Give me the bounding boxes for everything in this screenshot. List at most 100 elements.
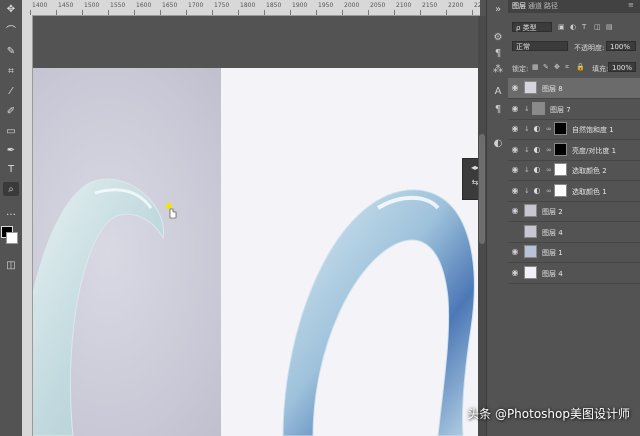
visibility-eye-icon[interactable]: ◉: [511, 268, 519, 278]
link-chain-icon[interactable]: ∞: [546, 165, 552, 175]
eyedropper-icon[interactable]: ⁄: [3, 84, 19, 99]
collapse-arrows-icon[interactable]: »: [492, 4, 504, 16]
pen-icon[interactable]: ✒: [3, 143, 19, 158]
zoom-icon[interactable]: ⌕: [3, 182, 19, 196]
quick-select-icon[interactable]: ✎: [3, 44, 19, 59]
layer-row[interactable]: 图层 4: [508, 222, 640, 243]
filter-kind-select[interactable]: ρ 类型: [512, 22, 552, 32]
lock-paint-icon[interactable]: ✎: [543, 63, 549, 71]
ruler-tick-label: 1400: [32, 2, 48, 9]
ruler-tick-mark: [290, 10, 291, 15]
layers-list: ◉ 图层 8 ◉ ↓ 图层 7 ◉ ↓ ◐ ∞ 自然饱和度 1 ◉ ↓ ◐ ∞ 亮度/对比度 1 ◉ ↓ ◐ ∞ 选取…: [508, 78, 640, 288]
character-icon[interactable]: A: [492, 86, 504, 98]
layer-mask-thumbnail[interactable]: [554, 163, 567, 176]
filter-adjust-icon[interactable]: ◐: [570, 23, 576, 31]
ruler-tick-label: 2050: [370, 2, 386, 9]
filter-pixel-icon[interactable]: ▣: [558, 23, 565, 31]
link-chain-icon[interactable]: ∞: [546, 186, 552, 196]
panel-menu-icon[interactable]: ≡: [628, 1, 634, 9]
layer-row[interactable]: ◉ ↓ ◐ ∞ 选取颜色 1: [508, 181, 640, 202]
adjustment-layer-icon: ◐: [533, 124, 541, 133]
move-icon[interactable]: ✥: [3, 2, 19, 17]
background-color-swatch[interactable]: [6, 232, 18, 244]
layer-thumbnail: [524, 204, 537, 217]
canvas-vertical-scrollbar[interactable]: [478, 16, 486, 436]
brush-icon[interactable]: ✐: [3, 104, 19, 119]
layer-row[interactable]: ◉ ↓ ◐ ∞ 选取颜色 2: [508, 160, 640, 181]
tab-layers[interactable]: 图层: [512, 1, 526, 11]
layer-name: 选取颜色 2: [572, 167, 607, 175]
ruler-tick-mark: [134, 10, 135, 15]
tab-channels[interactable]: 通道: [528, 1, 542, 11]
ruler-tick-mark: [420, 10, 421, 15]
layer-mask-thumbnail[interactable]: [554, 183, 567, 197]
fill-input[interactable]: 100%: [608, 62, 636, 72]
link-chain-icon[interactable]: ∞: [546, 124, 552, 134]
layer-row[interactable]: ◉ ↓ ◐ ∞ 亮度/对比度 1: [508, 140, 640, 161]
right-bangle: [282, 189, 475, 436]
layer-name: 亮度/对比度 1: [572, 146, 617, 155]
layer-name: 选取颜色 1: [572, 187, 607, 196]
layer-row[interactable]: ◉ 图层 8: [508, 78, 640, 99]
visibility-eye-icon[interactable]: ◉: [511, 124, 519, 134]
hand-icon[interactable]: …: [3, 205, 19, 220]
ruler-tick-label: 1750: [214, 2, 230, 9]
ruler-tick-mark: [342, 10, 343, 15]
type-icon[interactable]: T: [3, 162, 19, 177]
eraser-icon[interactable]: ▭: [3, 124, 19, 139]
link-chain-icon[interactable]: ∞: [546, 145, 552, 155]
opacity-label: 不透明度:: [574, 44, 605, 52]
filter-type-icon[interactable]: T: [582, 23, 586, 31]
ruler-tick-mark: [394, 10, 395, 15]
lock-transparent-icon[interactable]: ▦: [532, 63, 539, 71]
visibility-eye-icon[interactable]: ◉: [511, 83, 519, 93]
layer-row[interactable]: ◉ 图层 2: [508, 201, 640, 222]
paragraph-icon-2[interactable]: ¶: [492, 104, 504, 116]
visibility-eye-icon[interactable]: ◉: [511, 165, 519, 175]
quick-mask-icon[interactable]: ◫: [3, 258, 19, 273]
layer-row[interactable]: ◉ 图层 1: [508, 242, 640, 263]
layer-name: 图层 4: [542, 228, 563, 237]
visibility-eye-icon[interactable]: ◉: [511, 247, 519, 257]
opacity-input[interactable]: 100%: [606, 41, 636, 51]
ruler-tick-label: 1500: [84, 2, 100, 9]
ruler-tick-label: 2200: [448, 2, 464, 9]
visibility-eye-icon[interactable]: ◉: [511, 206, 519, 216]
ruler-tick-label: 2100: [396, 2, 412, 9]
paragraph-icon[interactable]: ¶: [492, 48, 504, 60]
lock-move-icon[interactable]: ✥: [554, 63, 560, 71]
visibility-eye-icon[interactable]: ◉: [511, 186, 519, 196]
tab-paths[interactable]: 路径: [544, 1, 558, 11]
visibility-eye-icon[interactable]: ◉: [511, 145, 519, 155]
adjust-icon[interactable]: ⁂: [492, 64, 504, 76]
lock-artboard-icon[interactable]: ⌗: [565, 63, 569, 72]
lock-label: 锁定:: [512, 65, 529, 73]
clipping-arrow-icon: ↓: [524, 125, 530, 133]
clipping-arrow-icon: ↓: [524, 186, 530, 195]
blend-mode-select[interactable]: 正常: [512, 41, 568, 51]
layer-name: 图层 8: [542, 85, 563, 93]
scrollbar-thumb[interactable]: [479, 134, 485, 244]
visibility-eye-icon[interactable]: ◉: [511, 104, 519, 114]
lock-all-icon[interactable]: 🔒: [576, 63, 585, 71]
lasso-icon[interactable]: ⌒: [3, 24, 19, 39]
adjustment-layer-icon: ◐: [533, 185, 541, 195]
crop-icon[interactable]: ⌗: [3, 64, 19, 79]
ruler-tick-mark: [472, 10, 473, 15]
ruler-tick-label: 1450: [58, 2, 74, 9]
layer-row[interactable]: ◉ ↓ 图层 7: [508, 99, 640, 120]
adjustments-icon[interactable]: ◐: [492, 138, 504, 150]
ruler-tick-mark: [186, 10, 187, 15]
document-canvas[interactable]: [33, 68, 478, 436]
layer-thumbnail: [524, 81, 537, 94]
visibility-eye-icon[interactable]: [511, 227, 519, 237]
layer-row[interactable]: ◉ 图层 4: [508, 263, 640, 284]
brush-settings-icon[interactable]: ⚙: [492, 32, 504, 44]
layer-mask-thumbnail[interactable]: [554, 122, 567, 135]
layer-mask-thumbnail[interactable]: [554, 142, 567, 156]
tools-panel: ✥ ⌒ ✎ ⌗ ⁄ ✐ ▭ ✒ T ◯ ⌕ … ◫: [0, 0, 23, 436]
layer-row[interactable]: ◉ ↓ ◐ ∞ 自然饱和度 1: [508, 119, 640, 140]
filter-shape-icon[interactable]: ◫: [594, 23, 601, 31]
ruler-tick-label: 1850: [266, 2, 282, 9]
filter-smart-icon[interactable]: ▤: [606, 23, 613, 31]
